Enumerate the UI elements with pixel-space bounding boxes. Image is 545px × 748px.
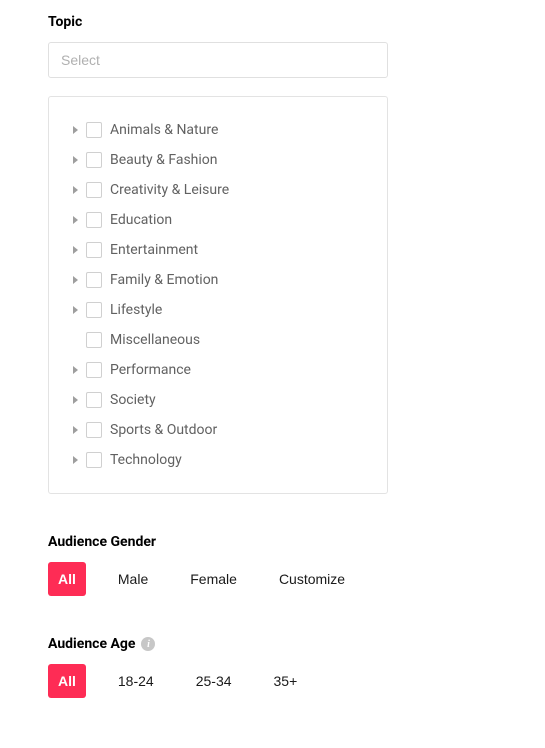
topic-checkbox[interactable] [86,452,102,468]
topic-select-input[interactable] [48,42,388,78]
topic-checkbox[interactable] [86,242,102,258]
topic-checkbox[interactable] [86,362,102,378]
caret-right-icon[interactable] [73,186,78,194]
topic-row[interactable]: Entertainment [49,235,387,265]
topic-list-panel: Animals & Nature Beauty & Fashion Creativi… [48,96,388,494]
age-option[interactable]: 25-34 [186,664,242,698]
topic-title: Topic [48,14,497,30]
topic-section: Topic Animals & Nature Beauty & Fashion Cr… [48,14,497,494]
age-option[interactable]: 35+ [264,664,308,698]
topic-row[interactable]: Lifestyle [49,295,387,325]
topic-row[interactable]: Performance [49,355,387,385]
topic-checkbox[interactable] [86,212,102,228]
topic-checkbox[interactable] [86,302,102,318]
gender-option[interactable]: All [48,562,86,596]
gender-title: Audience Gender [48,534,497,550]
topic-checkbox[interactable] [86,272,102,288]
topic-label: Family & Emotion [110,272,218,288]
topic-row[interactable]: Technology [49,445,387,475]
topic-row[interactable]: Family & Emotion [49,265,387,295]
topic-checkbox[interactable] [86,392,102,408]
topic-label: Beauty & Fashion [110,152,218,168]
caret-right-icon[interactable] [73,246,78,254]
caret-right-icon[interactable] [73,276,78,284]
topic-row[interactable]: Animals & Nature [49,115,387,145]
age-option-group: All 18-24 25-34 35+ [48,664,497,698]
topic-row[interactable]: Sports & Outdoor [49,415,387,445]
caret-right-icon[interactable] [73,156,78,164]
age-option[interactable]: All [48,664,86,698]
age-option[interactable]: 18-24 [108,664,164,698]
topic-label: Entertainment [110,242,198,258]
caret-right-icon[interactable] [73,126,78,134]
topic-row[interactable]: Education [49,205,387,235]
caret-right-icon[interactable] [73,396,78,404]
topic-label: Society [110,392,156,408]
topic-label: Sports & Outdoor [110,422,217,438]
caret-right-icon[interactable] [73,306,78,314]
gender-option[interactable]: Customize [269,562,355,596]
topic-label: Education [110,212,172,228]
caret-right-icon[interactable] [73,216,78,224]
caret-placeholder [73,336,78,344]
gender-option[interactable]: Female [180,562,247,596]
topic-row[interactable]: Miscellaneous [49,325,387,355]
topic-label: Miscellaneous [110,332,200,348]
topic-label: Technology [110,452,182,468]
topic-checkbox[interactable] [86,122,102,138]
gender-section: Audience Gender All Male Female Customize [48,534,497,596]
topic-label: Animals & Nature [110,122,218,138]
age-section: Audience Age i All 18-24 25-34 35+ [48,636,497,698]
age-title-row: Audience Age i [48,636,497,652]
topic-checkbox[interactable] [86,332,102,348]
topic-label: Creativity & Leisure [110,182,229,198]
topic-label: Lifestyle [110,302,162,318]
info-icon[interactable]: i [141,637,155,651]
topic-checkbox[interactable] [86,422,102,438]
caret-right-icon[interactable] [73,366,78,374]
topic-row[interactable]: Creativity & Leisure [49,175,387,205]
age-title: Audience Age [48,636,135,652]
gender-option-group: All Male Female Customize [48,562,497,596]
gender-option[interactable]: Male [108,562,158,596]
topic-checkbox[interactable] [86,152,102,168]
topic-row[interactable]: Beauty & Fashion [49,145,387,175]
topic-label: Performance [110,362,191,378]
caret-right-icon[interactable] [73,456,78,464]
topic-checkbox[interactable] [86,182,102,198]
topic-row[interactable]: Society [49,385,387,415]
caret-right-icon[interactable] [73,426,78,434]
